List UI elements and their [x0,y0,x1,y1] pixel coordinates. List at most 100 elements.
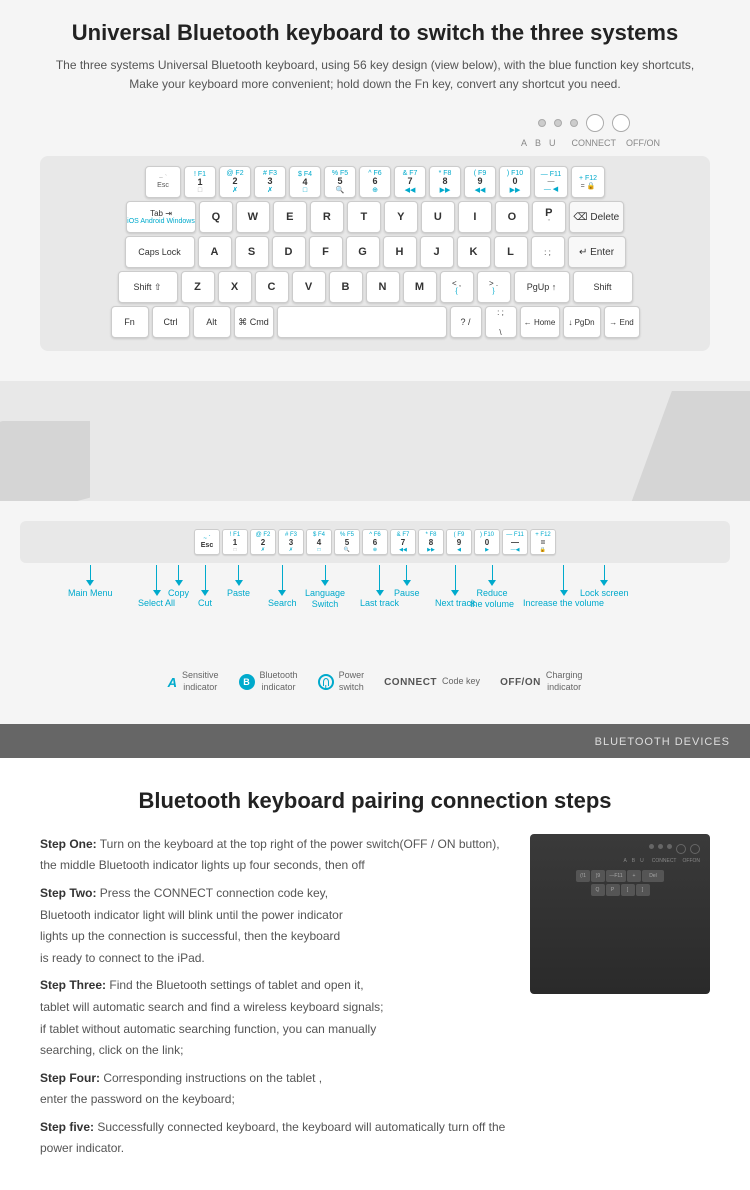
key-q[interactable]: Q [199,201,233,233]
pairing-image: A B U CONNECT OFFON (!1 )9 —F11 + Del [530,834,710,994]
key-ctrl[interactable]: Ctrl [152,306,190,338]
sk-7[interactable]: & F77◀◀ [390,529,416,555]
sk-8[interactable]: * F88▶▶ [418,529,444,555]
key-d[interactable]: D [272,236,306,268]
step-four-text-2: enter the password on the keyboard; [40,1092,235,1106]
label-search: Search [268,598,297,608]
key-tilde-esc[interactable]: ~ ` Esc [145,166,181,198]
key-space[interactable] [277,306,447,338]
key-n[interactable]: N [366,271,400,303]
img-key-row-2: Q P [ ] [540,884,700,896]
label-select-all: Select All [138,598,175,608]
sk-6[interactable]: ^ F66⊕ [362,529,388,555]
sk-3[interactable]: # F33✗ [278,529,304,555]
key-backslash[interactable]: : ;\ [485,306,517,338]
key-y[interactable]: Y [384,201,418,233]
keyboard-row-5: Fn Ctrl Alt ⌘ Cmd ? / : ;\ ← Home ↓ PgDn [48,306,702,338]
key-o[interactable]: O [495,201,529,233]
sk-12[interactable]: + F12=🔒 [530,529,556,555]
indicator-dot-b [554,119,562,127]
bluetooth-banner-text: BLUETOOTH DEVICES [595,736,730,748]
key-f10[interactable]: ) F10 0 ▶▶ [499,166,531,198]
key-w[interactable]: W [236,201,270,233]
key-m[interactable]: M [403,271,437,303]
pairing-text: Step One: Turn on the keyboard at the to… [40,834,510,1160]
key-t[interactable]: T [347,201,381,233]
key-p[interactable]: P" [532,201,566,233]
key-a[interactable]: A [198,236,232,268]
key-u[interactable]: U [421,201,455,233]
key-comma[interactable]: < ,{ [440,271,474,303]
pairing-title: Bluetooth keyboard pairing connection st… [40,788,710,814]
key-h[interactable]: H [383,236,417,268]
key-f7[interactable]: & F7 7 ◀◀ [394,166,426,198]
step-one-text-2: the middle Bluetooth indicator lights up… [40,858,365,872]
key-z[interactable]: Z [181,271,215,303]
key-end[interactable]: → End [604,306,640,338]
key-r[interactable]: R [310,201,344,233]
ind-label-connect: CONNECT [572,138,617,148]
key-f4[interactable]: $ F4 4 □ [289,166,321,198]
ind-label-a: A [521,138,527,148]
key-f8[interactable]: * F8 8 ▶▶ [429,166,461,198]
key-tab[interactable]: Tab ⇥ iOS Android Windows [126,201,196,233]
key-i[interactable]: I [458,201,492,233]
sk-11[interactable]: — F11——◀ [502,529,528,555]
key-alt[interactable]: Alt [193,306,231,338]
sk-2[interactable]: @ F22✗ [250,529,276,555]
indicator-row-top [40,114,710,132]
key-period[interactable]: > .} [477,271,511,303]
indicator-dot-u [570,119,578,127]
sk-9[interactable]: ( F99◀ [446,529,472,555]
key-fn[interactable]: Fn [111,306,149,338]
decorative-spacer [0,381,750,501]
key-j[interactable]: J [420,236,454,268]
key-caps-lock[interactable]: Caps Lock [125,236,195,268]
key-c[interactable]: C [255,271,289,303]
key-f1[interactable]: ! F1 1 □ [184,166,216,198]
key-f2[interactable]: @ F2 2 ✗ [219,166,251,198]
sk-5[interactable]: % F55🔍 [334,529,360,555]
sk-tilde[interactable]: ~ `Esc [194,529,220,555]
pairing-img-inner: A B U CONNECT OFFON (!1 )9 —F11 + Del [530,834,710,994]
arrow-copy: Copy [168,565,189,598]
key-f[interactable]: F [309,236,343,268]
key-f3[interactable]: # F3 3 ✗ [254,166,286,198]
key-s[interactable]: S [235,236,269,268]
key-home[interactable]: ← Home [520,306,560,338]
step-four-text: Corresponding instructions on the tablet… [103,1071,322,1085]
indicator-circle-offon [612,114,630,132]
step-three-text-4: searching, click on the link; [40,1043,183,1057]
key-f11[interactable]: — F11 — — ◀ [534,166,568,198]
key-x[interactable]: X [218,271,252,303]
sk-10[interactable]: ) F100▶ [474,529,500,555]
step-two-text-2: Bluetooth indicator light will blink unt… [40,908,343,922]
key-cmd[interactable]: ⌘ Cmd [234,306,274,338]
key-semicolon[interactable]: : ; [531,236,565,268]
key-shift-right-2[interactable]: Shift [573,271,633,303]
key-l[interactable]: L [494,236,528,268]
key-k[interactable]: K [457,236,491,268]
key-v[interactable]: V [292,271,326,303]
key-pgdn[interactable]: ↓ PgDn [563,306,601,338]
img-lbl-u: U [640,858,644,864]
arrow-cut: Cut [198,565,212,608]
key-e[interactable]: E [273,201,307,233]
key-g[interactable]: G [346,236,380,268]
key-slash[interactable]: ? / [450,306,482,338]
key-f6[interactable]: ^ F6 6 ⊕ [359,166,391,198]
key-shift-right[interactable]: PgUp ↑ [514,271,570,303]
sk-1[interactable]: ! F11□ [222,529,248,555]
key-f12[interactable]: + F12 = 🔒 [571,166,605,198]
key-f5[interactable]: % F5 5 🔍 [324,166,356,198]
label-paste: Paste [227,588,250,598]
img-key-row-1: (!1 )9 —F11 + Del [540,870,700,882]
key-shift-left[interactable]: Shift ⇧ [118,271,178,303]
legend-sensitive-text: Sensitiveindicator [182,670,219,693]
key-b[interactable]: B [329,271,363,303]
key-delete[interactable]: ⌫ Delete [569,201,624,233]
offon-icon: OFF/ON [500,677,541,688]
key-enter[interactable]: ↵ Enter [568,236,626,268]
key-f9[interactable]: ( F9 9 ◀◀ [464,166,496,198]
sk-4[interactable]: $ F44□ [306,529,332,555]
